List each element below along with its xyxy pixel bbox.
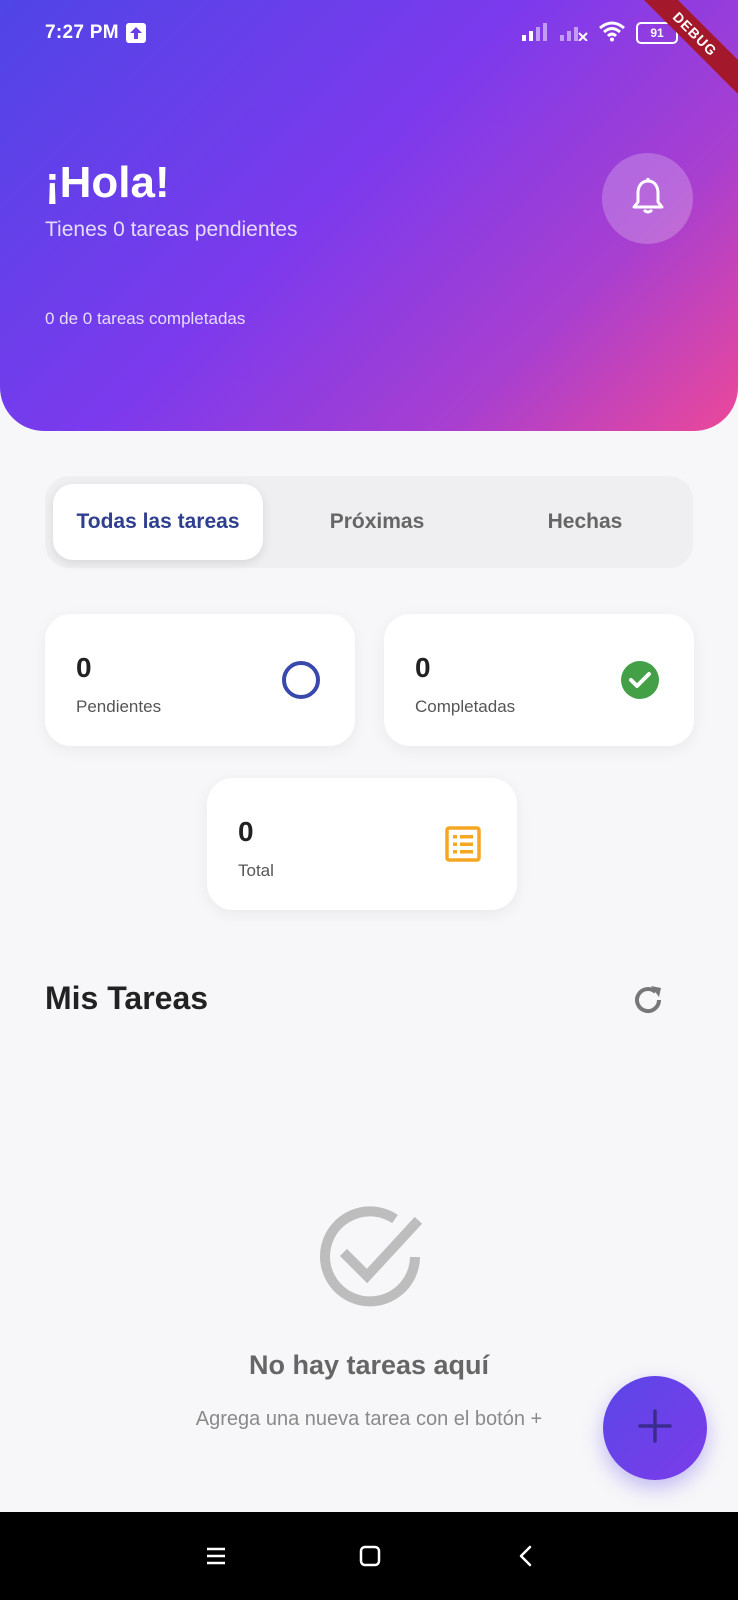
system-nav-bar — [0, 1512, 738, 1600]
status-icons: 91 — [522, 20, 678, 46]
stat-label-pending: Pendientes — [76, 697, 162, 716]
my-tasks-title: Mis Tareas — [45, 980, 209, 1016]
stat-card-pending: 0 Pendientes — [45, 614, 355, 746]
tab-upcoming[interactable]: Próximas — [277, 484, 477, 560]
empty-state-title: No hay tareas aquí — [248, 1350, 490, 1380]
tab-all-tasks[interactable]: Todas las tareas — [53, 484, 263, 560]
stat-label-completed: Completadas — [415, 697, 516, 716]
check-circle-outline-icon — [315, 1202, 425, 1312]
stat-value-total: 0 — [238, 816, 254, 847]
signal-icon — [522, 21, 550, 46]
list-icon — [443, 824, 483, 864]
stat-value-completed: 0 — [415, 652, 431, 683]
stat-value-pending: 0 — [76, 652, 92, 683]
add-task-button[interactable] — [603, 1376, 707, 1480]
header-banner: 7:27 PM 91 DEBUG ¡Hola! Tienes 0 tareas … — [0, 0, 738, 431]
task-filter-tabs: Todas las tareas Próximas Hechas — [45, 476, 693, 568]
progress-text: 0 de 0 tareas completadas — [45, 309, 246, 328]
check-circle-icon — [620, 660, 660, 700]
home-button[interactable] — [356, 1542, 384, 1570]
bell-icon — [631, 177, 665, 220]
wifi-icon — [598, 20, 626, 47]
signal-no-service-icon — [560, 21, 588, 46]
circle-outline-icon — [281, 660, 321, 700]
greeting-title: ¡Hola! — [45, 158, 170, 207]
stat-label-total: Total — [238, 861, 274, 880]
stat-card-total: 0 Total — [207, 778, 517, 910]
stat-card-completed: 0 Completadas — [384, 614, 694, 746]
status-time: 7:27 PM — [45, 22, 119, 43]
recent-apps-button[interactable] — [202, 1542, 230, 1570]
plus-icon — [637, 1408, 673, 1449]
debug-ribbon: DEBUG — [626, 0, 738, 103]
pending-subtitle: Tienes 0 tareas pendientes — [45, 218, 298, 241]
refresh-icon[interactable] — [630, 982, 666, 1018]
upload-icon — [125, 22, 147, 44]
back-button[interactable] — [512, 1542, 540, 1570]
notifications-button[interactable] — [602, 153, 693, 244]
status-bar: 7:27 PM 91 DEBUG — [0, 0, 738, 103]
tab-done[interactable]: Hechas — [485, 484, 685, 560]
